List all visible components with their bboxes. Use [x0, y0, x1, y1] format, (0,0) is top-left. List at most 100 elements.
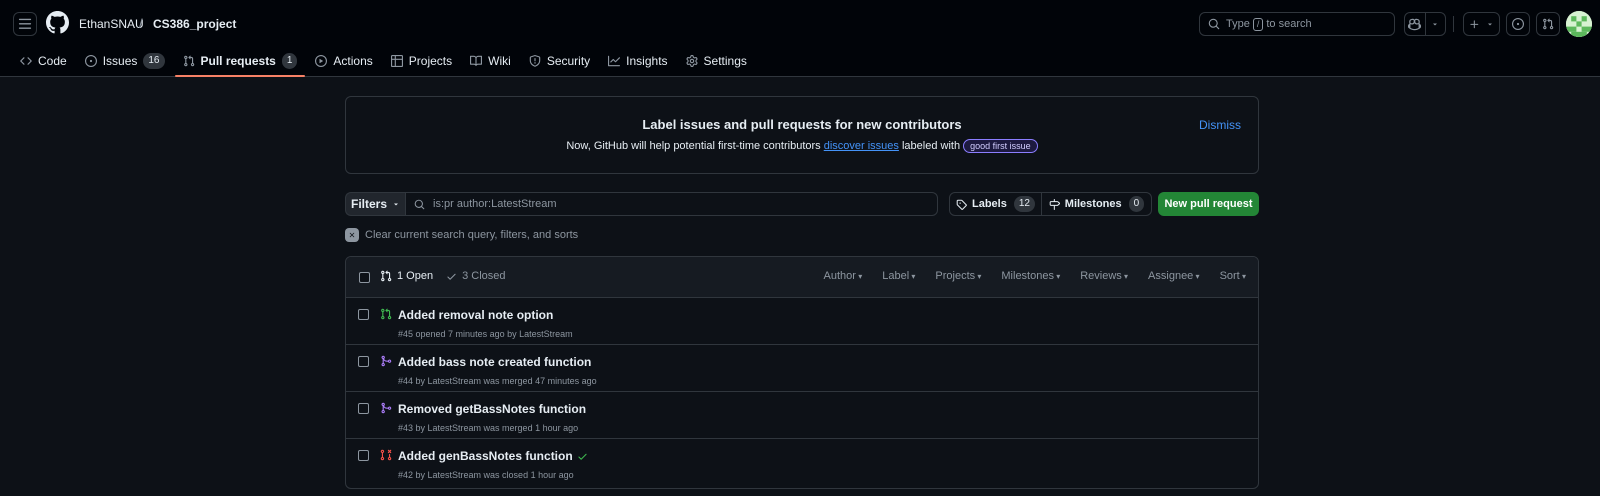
- check-icon[interactable]: [577, 451, 588, 462]
- git-pull-request-icon: [1543, 18, 1554, 30]
- avatar[interactable]: [1566, 11, 1592, 37]
- table-row: Added removal note option #45 opened 7 m…: [346, 298, 1258, 345]
- author-menu[interactable]: Author: [824, 270, 863, 282]
- filters-button[interactable]: Filters: [345, 192, 405, 216]
- tab-code[interactable]: Code: [12, 48, 75, 73]
- identicon-icon: [1566, 11, 1592, 37]
- copilot-dropdown-button[interactable]: [1424, 13, 1446, 35]
- graph-icon: [608, 55, 621, 66]
- pr-meta: #44 by LatestStream was merged 47 minute…: [398, 376, 597, 386]
- discover-issues-link[interactable]: discover issues: [824, 140, 899, 152]
- filters-label: Filters: [350, 197, 387, 211]
- tab-settings[interactable]: Settings: [678, 48, 755, 73]
- tab-actions[interactable]: Actions: [307, 48, 380, 73]
- row-checkbox[interactable]: [358, 403, 369, 414]
- clear-filters-link[interactable]: Clear current search query, filters, and…: [345, 228, 578, 242]
- pr-meta: #45 opened 7 minutes ago by LatestStream: [398, 329, 573, 339]
- row-checkbox[interactable]: [358, 450, 369, 461]
- tab-insights[interactable]: Insights: [600, 48, 675, 73]
- copilot-button-group: [1404, 12, 1446, 36]
- list-header: 1 Open 3 Closed Author Label Projects Mi…: [346, 257, 1258, 298]
- sort-menu[interactable]: Sort: [1220, 270, 1246, 282]
- hamburger-icon: [18, 18, 32, 29]
- milestones-menu[interactable]: Milestones: [1001, 270, 1060, 282]
- row-checkbox[interactable]: [358, 356, 369, 367]
- good-first-issue-label[interactable]: good first issue: [963, 139, 1038, 153]
- search-input[interactable]: is:pr author:LatestStream: [405, 192, 938, 216]
- triangle-down-icon: [1488, 23, 1492, 26]
- github-logo-icon[interactable]: [46, 11, 69, 34]
- repo-nav: Code Issues 16 Pull requests 1 Actions P…: [12, 48, 757, 77]
- git-pull-request-icon: [381, 270, 392, 282]
- check-icon: [447, 273, 456, 280]
- pr-meta: #42 by LatestStream was closed 1 hour ag…: [398, 470, 574, 480]
- breadcrumb-owner[interactable]: EthanSNAU: [79, 17, 144, 31]
- global-header: EthanSNAU / CS386_project Type / to sear…: [0, 0, 1600, 77]
- closed-count-label: 3 Closed: [462, 270, 506, 282]
- table-row: Added bass note created function #44 by …: [346, 345, 1258, 392]
- new-pull-request-button[interactable]: New pull request: [1158, 192, 1259, 216]
- labels-counter: 12: [1013, 196, 1035, 212]
- pull-request-list: 1 Open 3 Closed Author Label Projects Mi…: [345, 256, 1259, 489]
- tab-label: Issues: [102, 53, 138, 68]
- tag-icon: [956, 199, 967, 210]
- pull-requests-counter: 1: [281, 52, 298, 69]
- projects-menu[interactable]: Projects: [935, 270, 981, 282]
- table-icon: [390, 54, 403, 67]
- search-shortcut-key: /: [1252, 17, 1264, 31]
- pr-title: Added bass note created function: [398, 355, 592, 369]
- tab-wiki[interactable]: Wiki: [462, 48, 519, 73]
- tab-security[interactable]: Security: [521, 48, 598, 73]
- select-all-checkbox[interactable]: [359, 272, 370, 283]
- banner-text-before: Now, GitHub will help potential first-ti…: [566, 140, 821, 152]
- tab-issues[interactable]: Issues 16: [77, 48, 173, 73]
- tab-label: Code: [38, 53, 67, 68]
- row-checkbox[interactable]: [358, 309, 369, 320]
- gear-icon: [685, 54, 698, 67]
- labels-button[interactable]: Labels 12: [950, 193, 1042, 215]
- x-icon: [345, 228, 359, 242]
- book-icon: [470, 55, 483, 66]
- pr-title-link[interactable]: Added removal note option: [398, 308, 553, 322]
- tab-projects[interactable]: Projects: [383, 48, 460, 73]
- labels-milestones-group: Labels 12 Milestones 0: [949, 192, 1152, 216]
- search-icon: [414, 199, 425, 209]
- closed-count-link[interactable]: 3 Closed: [446, 270, 506, 282]
- open-count-link[interactable]: 1 Open: [397, 270, 433, 282]
- your-issues-button[interactable]: [1506, 12, 1530, 36]
- triangle-down-icon: [1433, 23, 1438, 26]
- filter-menus: Author Label Projects Milestones Reviews…: [824, 270, 1246, 282]
- global-search-input[interactable]: Type / to search: [1199, 12, 1395, 36]
- reviews-menu[interactable]: Reviews: [1080, 270, 1128, 282]
- milestone-icon: [1049, 198, 1060, 210]
- header-divider: [1453, 16, 1454, 32]
- pr-title-link[interactable]: Removed getBassNotes function: [398, 402, 586, 416]
- git-pull-request-closed-icon: [380, 449, 392, 461]
- clear-filters-label: Clear current search query, filters, and…: [365, 229, 579, 241]
- tab-label: Settings: [703, 53, 747, 68]
- pr-title: Removed getBassNotes function: [398, 402, 587, 416]
- assignee-menu[interactable]: Assignee: [1148, 270, 1200, 282]
- banner-text-after: labeled with: [901, 140, 961, 152]
- search-suffix: to search: [1266, 18, 1312, 30]
- menu-button[interactable]: [13, 12, 37, 36]
- table-row: Removed getBassNotes function #43 by Lat…: [346, 392, 1258, 439]
- issue-opened-icon: [1512, 18, 1524, 30]
- issues-counter: 16: [143, 52, 165, 69]
- milestones-button[interactable]: Milestones 0: [1042, 193, 1151, 215]
- milestones-counter: 0: [1128, 196, 1145, 212]
- copilot-button[interactable]: [1405, 13, 1425, 35]
- breadcrumb-repo[interactable]: CS386_project: [153, 17, 236, 31]
- banner-title: Label issues and pull requests for new c…: [642, 117, 962, 132]
- pr-title: Added removal note option: [398, 308, 554, 322]
- tab-label: Actions: [333, 53, 373, 68]
- tab-pull-requests[interactable]: Pull requests 1: [174, 48, 306, 77]
- create-new-button[interactable]: [1463, 12, 1500, 36]
- pr-title-link[interactable]: Added genBassNotes function: [398, 449, 588, 463]
- tab-label: Pull requests: [200, 53, 276, 68]
- label-menu[interactable]: Label: [882, 270, 915, 282]
- pr-title-link[interactable]: Added bass note created function: [398, 355, 591, 369]
- dismiss-button[interactable]: Dismiss: [1199, 118, 1241, 132]
- pr-title: Added genBassNotes function: [398, 449, 573, 463]
- your-pull-requests-button[interactable]: [1536, 12, 1560, 36]
